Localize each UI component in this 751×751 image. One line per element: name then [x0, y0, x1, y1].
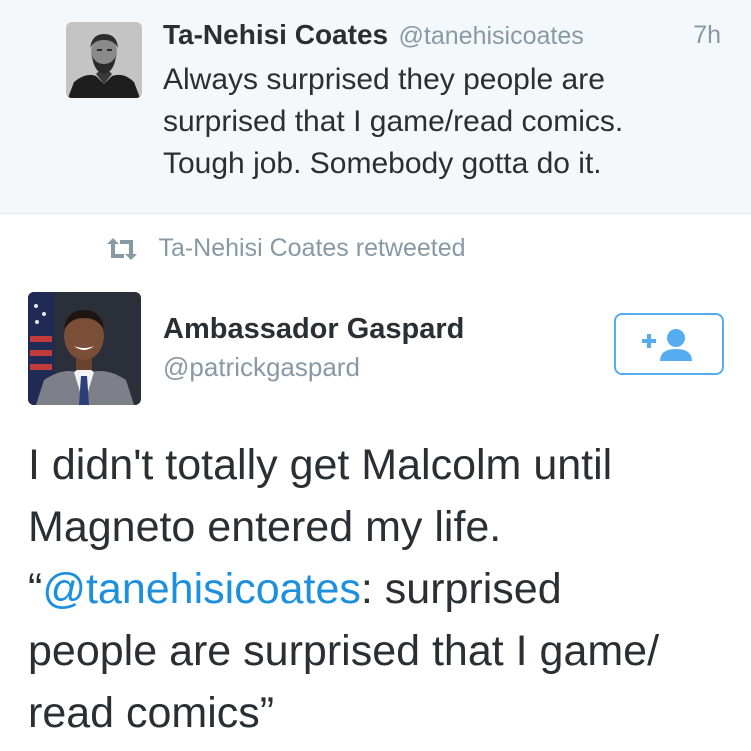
- open-quote: “: [28, 565, 43, 613]
- author-handle[interactable]: @tanehisicoates: [399, 22, 584, 50]
- quoted-text-line: read comics”: [28, 689, 275, 737]
- context-tweet-header: Ta-Nehisi Coates @tanehisicoates 7h: [163, 19, 723, 55]
- author-name[interactable]: Ta-Nehisi Coates: [163, 19, 388, 50]
- tweet-text-line: I didn't totally get Malcolm until: [28, 441, 613, 489]
- tweet-text-line: Magneto entered my life.: [28, 503, 502, 551]
- author-handle[interactable]: @patrickgaspard: [163, 352, 360, 383]
- context-tweet[interactable]: Ta-Nehisi Coates @tanehisicoates 7h Alwa…: [0, 0, 751, 214]
- avatar-patrickgaspard[interactable]: [28, 292, 141, 405]
- quoted-text-line: people are surprised that I game/: [28, 627, 660, 675]
- tweet-timestamp[interactable]: 7h: [693, 21, 721, 50]
- tweet-text-line: Tough job. Somebody gotta do it.: [163, 147, 602, 180]
- tweet-text: I didn't totally get Malcolm until Magne…: [28, 434, 728, 744]
- tweet-text-line: surprised that I game/read comics.: [163, 105, 624, 138]
- avatar-tanehisicoates[interactable]: [66, 22, 142, 98]
- quoted-text-line: “@tanehisicoates: surprised: [28, 558, 728, 620]
- retweet-icon: [104, 237, 140, 260]
- grant-portrait-image: [66, 22, 142, 98]
- retweet-label: Ta-Nehisi Coates retweeted: [158, 234, 466, 262]
- quoted-text: : surprised: [360, 565, 562, 613]
- gaspard-portrait-image: [28, 292, 141, 405]
- retweet-context[interactable]: Ta-Nehisi Coates retweeted: [104, 234, 466, 268]
- tweet-text-line: Always surprised they people are: [163, 63, 605, 96]
- context-tweet-text: Always surprised they people are surpris…: [163, 59, 733, 185]
- add-user-icon: [642, 329, 692, 361]
- timeline-screen: Ta-Nehisi Coates @tanehisicoates 7h Alwa…: [0, 0, 751, 751]
- mention-link[interactable]: @tanehisicoates: [42, 565, 361, 613]
- author-name[interactable]: Ambassador Gaspard: [163, 313, 464, 346]
- follow-button[interactable]: [614, 313, 724, 375]
